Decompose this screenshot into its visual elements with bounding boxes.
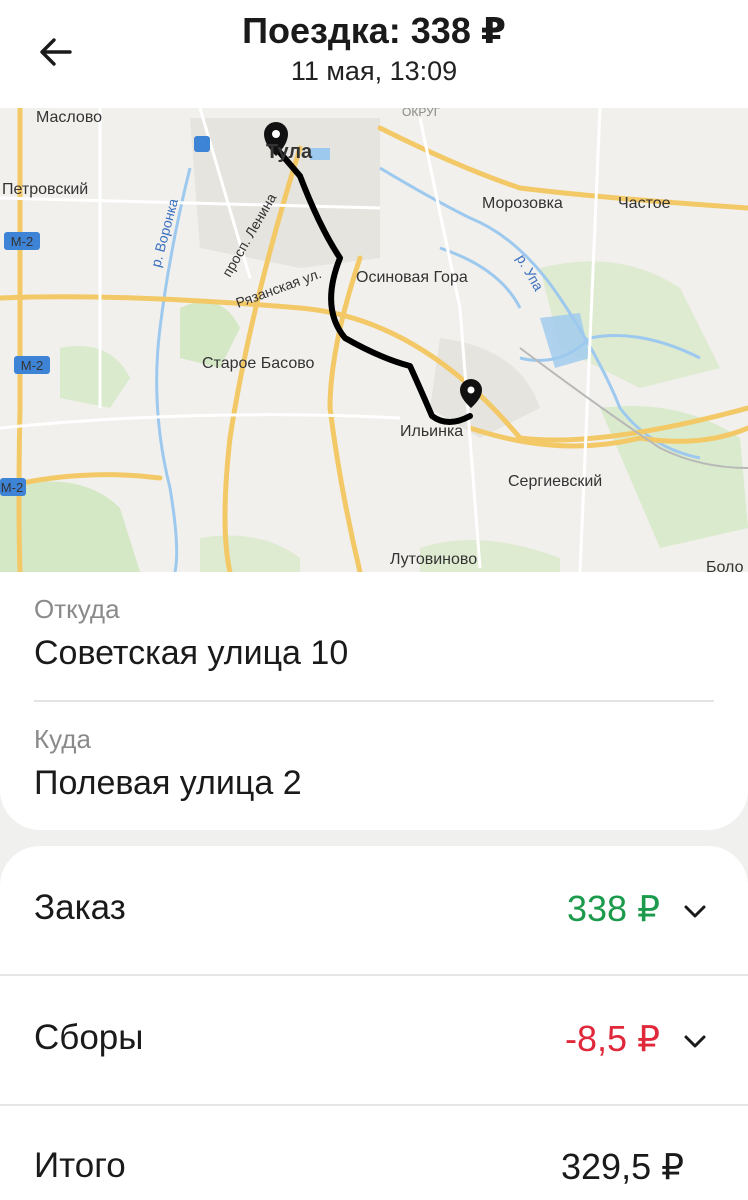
badge-m2-b: М-2 [21,358,43,373]
chevron-down-icon[interactable] [680,1026,710,1056]
route-map[interactable]: М-2 М-2 М-2 Маслово Тула ОКРУГ Петровски… [0,108,748,572]
label-staroe-basovo: Старое Басово [202,355,315,372]
label-ilyinka: Ильинка [400,423,463,440]
label-lutovinovo: Лутовиново [390,551,477,568]
from-address[interactable]: Советская улица 10 [34,634,348,673]
total-label: Итого [34,1146,126,1185]
trip-date: 11 мая, 13:09 [290,56,458,86]
total-row: Итого 329,5 ₽ [0,1106,748,1200]
label-morozovka: Морозовка [482,195,563,212]
page-title: Поездка: 338 ₽ [242,10,506,51]
total-amount: 329,5 ₽ [561,1146,684,1187]
address-divider [34,700,714,702]
order-label: Заказ [34,888,126,927]
fees-amount: -8,5 ₽ [565,1018,660,1059]
to-label: Куда [34,724,91,754]
from-label: Откуда [34,594,120,624]
label-maslovo: Маслово [36,109,102,126]
trip-addresses-card: Откуда Советская улица 10 Куда Полевая у… [0,572,748,830]
badge-m2-a: М-2 [11,234,33,249]
label-osinovaya-gora: Осиновая Гора [356,269,468,286]
label-bolo: Боло [706,559,744,572]
label-chastoe: Частое [618,195,671,212]
fees-row[interactable]: Сборы -8,5 ₽ [0,976,748,1106]
label-petrovsky: Петровский [2,181,88,198]
to-address[interactable]: Полевая улица 2 [34,764,302,803]
label-okrug: ОКРУГ [402,108,441,119]
label-sergievsky: Сергиевский [508,473,602,490]
order-amount: 338 ₽ [567,888,660,929]
chevron-down-icon[interactable] [680,896,710,926]
order-row[interactable]: Заказ 338 ₽ [0,846,748,976]
payment-card: Заказ 338 ₽ Сборы -8,5 ₽ Итого 329,5 ₽ [0,846,748,1200]
fees-label: Сборы [34,1018,144,1057]
badge-m2-c: М-2 [1,480,23,495]
label-tula: Тула [266,141,313,163]
top-bar: Поездка: 338 ₽ 11 мая, 13:09 [0,0,748,108]
map-canvas: М-2 М-2 М-2 Маслово Тула ОКРУГ Петровски… [0,108,748,572]
